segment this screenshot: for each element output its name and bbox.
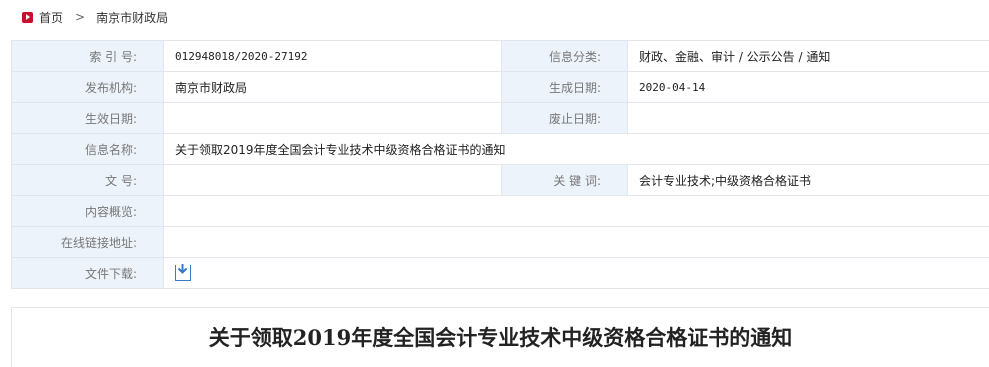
info-table: 索 引 号: 012948018/2020-27192 信息分类: 财政、金融、… [11, 40, 989, 289]
category-value: 财政、金融、审计 / 公示公告 / 通知 [628, 41, 989, 72]
document-title: 关于领取2019年度全国会计专业技术中级资格合格证书的通知 [12, 322, 989, 352]
expire-date-value [628, 103, 989, 134]
info-row-overview: 内容概览: [12, 196, 989, 227]
effective-date-value [164, 103, 502, 134]
breadcrumb-current-link[interactable]: 南京市财政局 [96, 9, 168, 26]
info-row-docno: 文 号: 关 键 词: 会计专业技术;中级资格合格证书 [12, 165, 989, 196]
expire-date-label: 废止日期: [502, 103, 628, 134]
online-link-label: 在线链接地址: [12, 227, 164, 258]
document-title-box: 关于领取2019年度全国会计专业技术中级资格合格证书的通知 [11, 307, 989, 367]
index-label: 索 引 号: [12, 41, 164, 72]
doc-number-label: 文 号: [12, 165, 164, 196]
online-link-value [164, 227, 989, 258]
info-row-link: 在线链接地址: [12, 227, 989, 258]
download-icon[interactable] [175, 265, 191, 281]
info-name-value: 关于领取2019年度全国会计专业技术中级资格合格证书的通知 [164, 134, 989, 165]
info-row-index: 索 引 号: 012948018/2020-27192 信息分类: 财政、金融、… [12, 41, 989, 72]
info-row-name: 信息名称: 关于领取2019年度全国会计专业技术中级资格合格证书的通知 [12, 134, 989, 165]
index-value: 012948018/2020-27192 [164, 41, 502, 72]
download-cell [164, 258, 989, 289]
overview-label: 内容概览: [12, 196, 164, 227]
breadcrumb: 首页 > 南京市财政局 [0, 0, 989, 34]
info-row-dates: 生效日期: 废止日期: [12, 103, 989, 134]
info-row-publisher: 发布机构: 南京市财政局 生成日期: 2020-04-14 [12, 72, 989, 103]
doc-number-value [164, 165, 502, 196]
effective-date-label: 生效日期: [12, 103, 164, 134]
created-date-value: 2020-04-14 [628, 72, 989, 103]
overview-value [164, 196, 989, 227]
download-label: 文件下载: [12, 258, 164, 289]
publisher-value: 南京市财政局 [164, 72, 502, 103]
category-label: 信息分类: [502, 41, 628, 72]
created-date-label: 生成日期: [502, 72, 628, 103]
breadcrumb-separator: > [75, 10, 85, 24]
info-name-label: 信息名称: [12, 134, 164, 165]
home-icon[interactable] [22, 12, 33, 23]
breadcrumb-home-link[interactable]: 首页 [39, 9, 63, 26]
keywords-label: 关 键 词: [502, 165, 628, 196]
publisher-label: 发布机构: [12, 72, 164, 103]
keywords-value: 会计专业技术;中级资格合格证书 [628, 165, 989, 196]
info-row-download: 文件下载: [12, 258, 989, 289]
